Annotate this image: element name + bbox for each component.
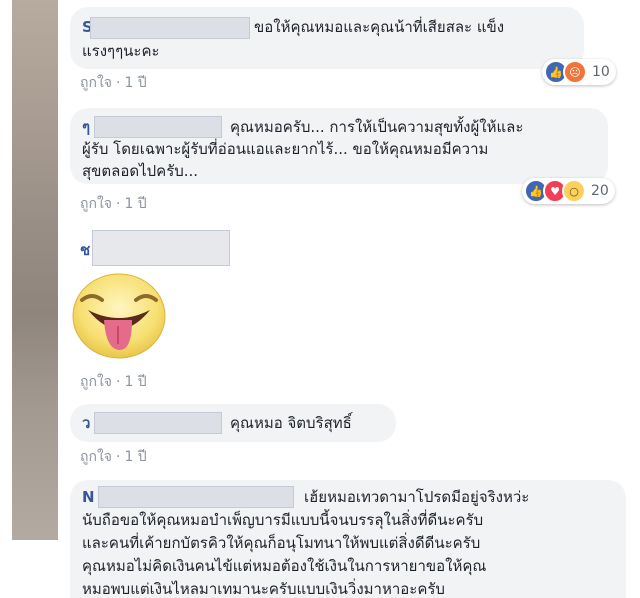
comment-text: และคนที่เค้ายกบัตรคิวให้คุณก็อนุโมทนาให้… <box>82 534 481 552</box>
timestamp[interactable]: 1 ปี <box>124 196 146 212</box>
comment-bubble: ๆ คุณหมอครับ... การให้เป็นความสุขทั้งผู้… <box>70 108 608 184</box>
comment-meta: ถูกใจ · 1 ปี <box>80 371 147 393</box>
redacted-name <box>94 412 222 434</box>
timestamp[interactable]: 1 ปี <box>124 75 146 91</box>
comment-thread: S ขอให้คุณหมอและคุณน้าที่เสียสละ แข็ง แร… <box>0 0 640 598</box>
timestamp[interactable]: 1 ปี <box>124 374 146 390</box>
timestamp[interactable]: 1 ปี <box>124 449 146 465</box>
comment-bubble: ว คุณหมอ จิตบริสุทธิ์ <box>70 404 396 442</box>
reaction-count: 20 <box>591 183 609 199</box>
angry-reaction-icon: ☹ <box>563 60 587 84</box>
cropped-photo-strip <box>12 0 58 540</box>
like-link[interactable]: ถูกใจ <box>80 374 112 390</box>
redacted-name <box>98 486 294 508</box>
comment-text: คุณหมอครับ... การให้เป็นความสุขทั้งผู้ให… <box>230 118 524 136</box>
like-link[interactable]: ถูกใจ <box>80 196 112 212</box>
comment-meta: ถูกใจ · 1 ปี <box>80 446 147 468</box>
separator: · <box>116 374 121 390</box>
comment-text: ผู้รับ โดยเฉพาะผู้รับที่อ่อนแอและยากไร้.… <box>82 140 489 158</box>
comment-text: คุณหมอ จิตบริสุทธิ์ <box>230 414 352 432</box>
commenter-name[interactable]: ๆ <box>82 116 90 138</box>
comment-meta: ถูกใจ · 1 ปี <box>80 193 147 215</box>
separator: · <box>116 75 121 91</box>
comment-meta: ถูกใจ · 1 ปี <box>80 72 147 94</box>
redacted-name <box>92 230 230 266</box>
comment-text: แรงๆๆนะคะ <box>82 42 160 60</box>
comment-text: คุณหมอไม่คิดเงินคนไข้แต่หมอต้องใช้เงินใน… <box>82 557 487 575</box>
separator: · <box>116 196 121 212</box>
redacted-name <box>94 116 222 138</box>
comment-text: นับถือขอให้คุณหมอบำเพ็ญบารมีแบบนี้จนบรรล… <box>82 511 484 529</box>
reaction-summary[interactable]: 👍 ☹ 10 <box>542 59 616 85</box>
comment-text: หมอพบแต่เงินไหลมาเทมานะครับแบบเงินวิ่งมา… <box>82 580 445 598</box>
reaction-summary[interactable]: 👍 ♥ ○ 20 <box>522 178 615 204</box>
separator: · <box>116 449 121 465</box>
comment-bubble: S ขอให้คุณหมอและคุณน้าที่เสียสละ แข็ง แร… <box>70 7 584 69</box>
comment-text: สุขตลอดไปครับ... <box>82 162 199 180</box>
tongue-out-emoji[interactable] <box>70 270 168 360</box>
wow-reaction-icon: ○ <box>562 179 586 203</box>
commenter-name[interactable]: ช <box>80 238 90 262</box>
redacted-name <box>90 17 250 39</box>
commenter-name[interactable]: N <box>82 486 95 508</box>
like-link[interactable]: ถูกใจ <box>80 449 112 465</box>
comment-text: ขอให้คุณหมอและคุณน้าที่เสียสละ แข็ง <box>254 18 505 36</box>
reaction-count: 10 <box>592 64 610 80</box>
like-link[interactable]: ถูกใจ <box>80 75 112 91</box>
commenter-name[interactable]: ว <box>82 412 90 434</box>
comment-bubble: N เฮ้ยหมอเทวดามาโปรดมีอยู่จริงหว่ะ นับถื… <box>70 480 626 598</box>
comment-text: เฮ้ยหมอเทวดามาโปรดมีอยู่จริงหว่ะ <box>304 488 530 506</box>
